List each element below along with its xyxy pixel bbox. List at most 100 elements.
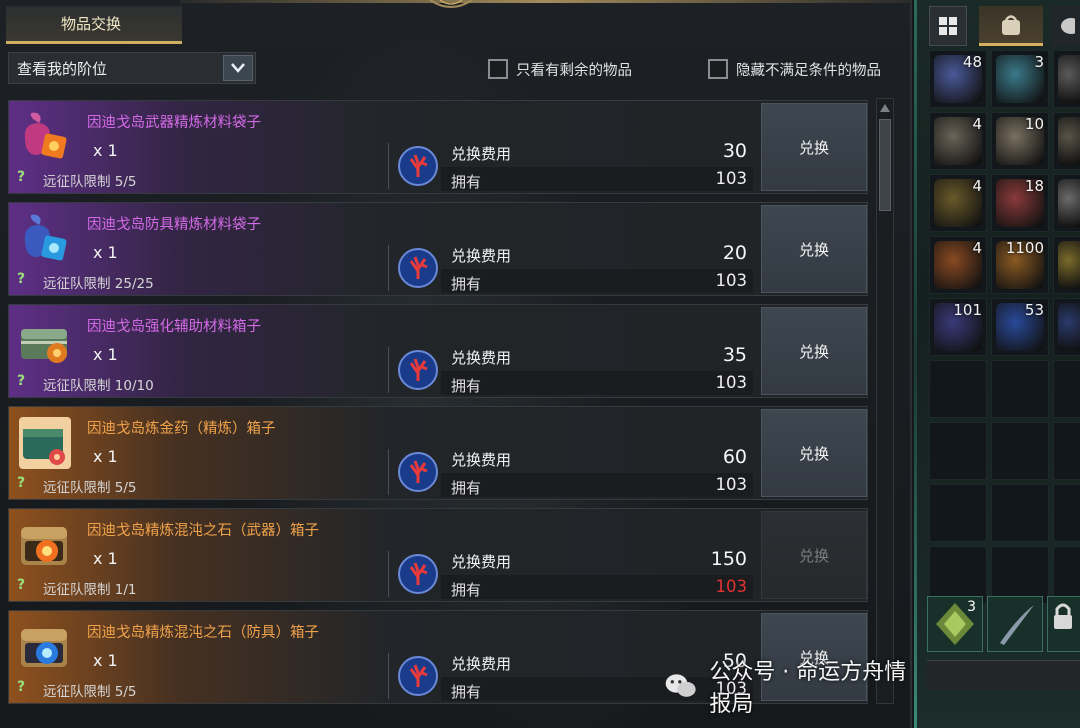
cost-label: 兑换费用 <box>451 655 512 673</box>
exchange-button[interactable]: 兑换 <box>761 307 867 395</box>
inventory-slot[interactable] <box>929 484 987 542</box>
filter-hide-unmet-checkbox[interactable] <box>708 59 728 79</box>
blue-pouch-icon <box>24 214 67 261</box>
inventory-slot[interactable] <box>1053 236 1080 294</box>
inventory-slot[interactable]: 4 <box>929 236 987 294</box>
inventory-slot[interactable]: 10 <box>991 112 1049 170</box>
inventory-slot[interactable]: 53 <box>991 298 1049 356</box>
inventory-slot[interactable]: 48 <box>929 50 987 108</box>
inventory-slot[interactable] <box>1053 422 1080 480</box>
inventory-tab-grid[interactable] <box>929 6 967 46</box>
inventory-slot[interactable] <box>1053 298 1080 356</box>
coral-currency-icon <box>398 146 438 186</box>
exchange-button[interactable]: 兑换 <box>761 205 867 293</box>
tab-item-exchange[interactable]: 物品交换 <box>6 6 182 44</box>
inventory-slot-count: 10 <box>1024 115 1044 133</box>
inventory-slot[interactable] <box>991 422 1049 480</box>
own-value: 103 <box>715 475 748 494</box>
cost-value: 35 <box>722 344 747 366</box>
partial-item-icon <box>1058 117 1080 165</box>
exchange-button[interactable]: 兑换 <box>761 511 867 599</box>
inventory-slot[interactable] <box>1053 174 1080 232</box>
filter-surplus-checkbox[interactable] <box>488 59 508 79</box>
inventory-slot[interactable] <box>1053 50 1080 108</box>
equip-slot[interactable] <box>987 596 1043 652</box>
chevron-down-icon[interactable] <box>223 55 253 81</box>
item-name: 因迪戈岛精炼混沌之石（防具）箱子 <box>87 625 319 641</box>
inventory-slot[interactable] <box>929 422 987 480</box>
filter-surplus-toggle[interactable]: 只看有剩余的物品 <box>488 57 632 81</box>
inventory-slot[interactable] <box>1053 484 1080 542</box>
coral-currency-icon <box>398 452 438 492</box>
inventory-slot-count: 4 <box>972 239 982 257</box>
item-name: 因迪戈岛武器精炼材料袋子 <box>87 115 261 131</box>
inventory-slot[interactable] <box>1053 112 1080 170</box>
inventory-tab-other[interactable] <box>1051 6 1080 46</box>
equip-slot[interactable]: 3 <box>927 596 983 652</box>
item-quantity: x 1 <box>93 141 118 160</box>
inventory-slot[interactable] <box>929 360 987 418</box>
other-tab-icon <box>1061 18 1075 34</box>
filter-surplus-label: 只看有剩余的物品 <box>516 62 632 79</box>
inventory-slot[interactable]: 101 <box>929 298 987 356</box>
inventory-slot-count: 101 <box>953 301 982 319</box>
cost-label: 兑换费用 <box>451 247 512 265</box>
equip-slot-locked[interactable] <box>1047 596 1080 652</box>
inventory-slot-count: 4 <box>972 115 982 133</box>
scroll-up-icon[interactable] <box>880 102 890 112</box>
cost-value: 20 <box>722 242 747 264</box>
inventory-slot[interactable]: 4 <box>929 112 987 170</box>
inventory-tab-bag[interactable] <box>979 6 1043 46</box>
inventory-slot[interactable]: 4 <box>929 174 987 232</box>
exchange-row: 因迪戈岛精炼混沌之石（武器）箱子 x 1 ? 远征队限制 1/1 兑换费用 拥有… <box>8 508 868 602</box>
equip-slot-count: 3 <box>967 599 976 615</box>
cost-value: 60 <box>722 446 747 468</box>
item-quantity: x 1 <box>93 549 118 568</box>
partial-item-icon <box>1058 241 1080 289</box>
grid-icon <box>939 17 957 35</box>
exchange-button[interactable]: 兑换 <box>761 409 867 497</box>
inventory-slot[interactable]: 18 <box>991 174 1049 232</box>
help-icon[interactable]: ? <box>17 577 31 593</box>
help-icon[interactable]: ? <box>17 169 31 185</box>
own-value: 103 <box>715 373 748 392</box>
purple-pouch-icon <box>24 112 67 159</box>
exchange-item-list: 因迪戈岛武器精炼材料袋子 x 1 ? 远征队限制 5/5 兑换费用 拥有 30 … <box>8 98 870 704</box>
inventory-slot[interactable]: 1100 <box>991 236 1049 294</box>
filter-hide-unmet-toggle[interactable]: 隐藏不满足条件的物品 <box>708 57 881 81</box>
partial-item-icon <box>1058 55 1080 103</box>
tab-item-exchange-label: 物品交换 <box>61 15 122 33</box>
exchange-button[interactable]: 兑换 <box>761 103 867 191</box>
inventory-slot[interactable]: 3 <box>991 50 1049 108</box>
top-ornament-icon <box>429 0 473 8</box>
tier-select-value: 查看我的阶位 <box>17 59 108 78</box>
exchange-row: 因迪戈岛防具精炼材料袋子 x 1 ? 远征队限制 25/25 兑换费用 拥有 2… <box>8 202 868 296</box>
scroll-thumb[interactable] <box>879 119 891 211</box>
expedition-limit: 远征队限制 1/1 <box>43 582 137 598</box>
item-name: 因迪戈岛精炼混沌之石（武器）箱子 <box>87 523 319 539</box>
own-value: 103 <box>715 577 748 596</box>
item-name: 因迪戈岛强化辅助材料箱子 <box>87 319 261 335</box>
list-scrollbar[interactable] <box>876 98 894 704</box>
help-icon[interactable]: ? <box>17 271 31 287</box>
chaos-stone-armor-chest-icon <box>21 629 67 667</box>
exchange-button-label: 兑换 <box>798 342 829 361</box>
cost-value: 30 <box>722 140 747 162</box>
inventory-slot-count: 4 <box>972 177 982 195</box>
cost-label: 兑换费用 <box>451 451 512 469</box>
inventory-slot[interactable] <box>1053 360 1080 418</box>
inventory-slot[interactable] <box>991 360 1049 418</box>
expedition-limit: 远征队限制 5/5 <box>43 480 137 496</box>
tier-select-dropdown[interactable]: 查看我的阶位 <box>8 52 256 84</box>
help-icon[interactable]: ? <box>17 475 31 491</box>
inventory-slot-count: 48 <box>962 53 982 71</box>
exchange-window: 物品交换 查看我的阶位 只看有剩余的物品 隐藏不满足条件的物品 因迪戈岛武器精炼… <box>0 0 912 728</box>
help-icon[interactable]: ? <box>17 373 31 389</box>
wechat-icon <box>665 674 696 697</box>
inventory-slot-count: 3 <box>1034 53 1044 71</box>
help-icon[interactable]: ? <box>17 679 31 695</box>
inventory-slot[interactable] <box>991 484 1049 542</box>
exchange-row: 因迪戈岛武器精炼材料袋子 x 1 ? 远征队限制 5/5 兑换费用 拥有 30 … <box>8 100 868 194</box>
top-border-decoration <box>180 0 910 3</box>
cost-label: 兑换费用 <box>451 349 512 367</box>
